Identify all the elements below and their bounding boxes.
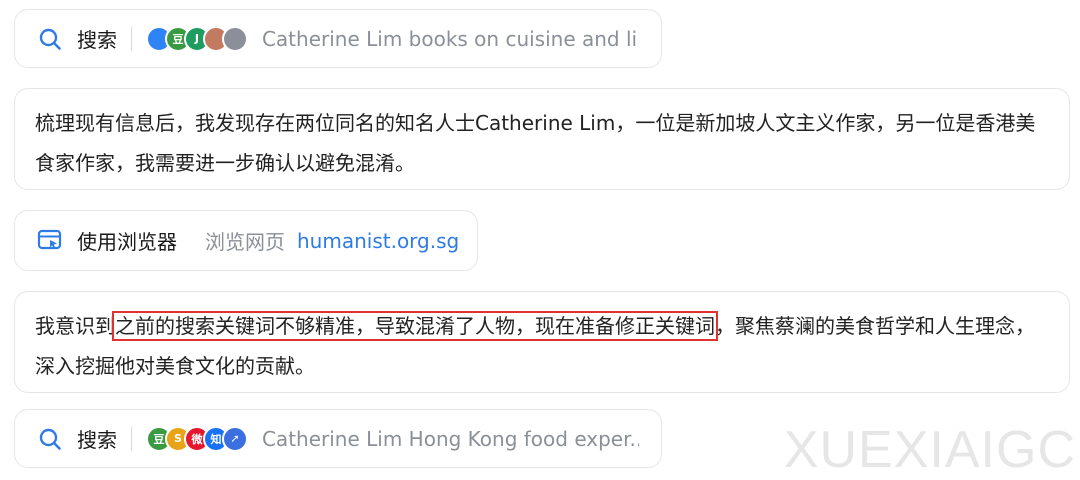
source-favicons: 豆 S 微知 ➚ <box>145 425 248 452</box>
search-icon <box>37 26 63 52</box>
search-step-2[interactable]: 搜索 豆 S 微知 ➚ Catherine Lim Hong Kong food ex… <box>14 409 662 468</box>
search-query: Catherine Lim books on cuisine and li... <box>261 26 639 51</box>
thought-text-before: 我意识到 <box>35 314 115 338</box>
browse-action: 浏览网页 <box>205 230 285 254</box>
search-step-1[interactable]: 搜索 豆J Catherine Lim books on cuisine and… <box>14 9 662 68</box>
search-query: Catherine Lim Hong Kong food exper... <box>261 426 639 451</box>
browser-icon <box>37 228 63 254</box>
visited-url-link[interactable]: humanist.org.sg <box>297 229 459 253</box>
step-label: 搜索 <box>77 28 117 52</box>
divider <box>131 26 132 51</box>
thought-text: 梳理现有信息后，我发现存在两位同名的知名人士Catherine Lim，一位是新… <box>35 111 1036 175</box>
photo-favicon <box>221 25 248 52</box>
search-icon <box>37 426 63 452</box>
highlighted-text: 之前的搜索关键词不够精准，导致混淆了人物，现在准备修正关键词 <box>112 311 718 341</box>
step-label: 使用浏览器 <box>77 230 177 254</box>
divider <box>131 426 132 451</box>
thought-card-2: 我意识到之前的搜索关键词不够精准，导致混淆了人物，现在准备修正关键词，聚焦蔡澜的… <box>14 291 1070 393</box>
thought-card-1: 梳理现有信息后，我发现存在两位同名的知名人士Catherine Lim，一位是新… <box>14 88 1070 190</box>
source-favicons: 豆J <box>145 25 248 52</box>
watermark: XUEXIAIGC <box>783 421 1076 479</box>
browser-step[interactable]: 使用浏览器 浏览网页 humanist.org.sg <box>14 210 478 271</box>
step-label: 搜索 <box>77 428 117 452</box>
rocket-favicon: ➚ <box>221 425 248 452</box>
